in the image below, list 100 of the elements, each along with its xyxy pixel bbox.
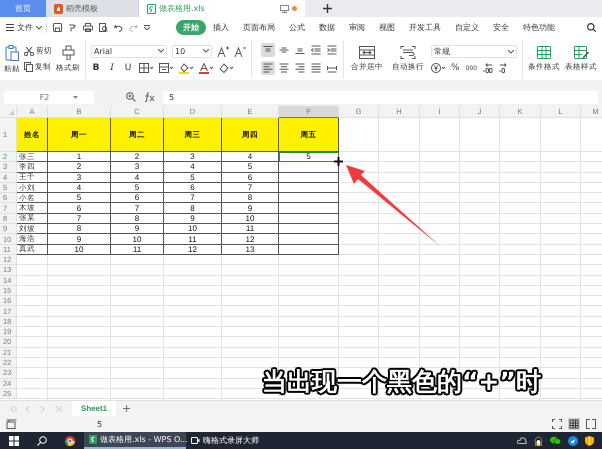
zoom-search-icon[interactable] — [126, 92, 136, 102]
italic-button[interactable]: I — [107, 63, 117, 73]
table-cell[interactable]: 2 — [111, 152, 164, 162]
table-cell[interactable]: 11 — [164, 234, 222, 245]
customize-caret-icon[interactable] — [144, 25, 150, 30]
currency-icon[interactable] — [431, 63, 445, 73]
fill-color-icon[interactable] — [179, 62, 193, 74]
table-cell[interactable]: 11 — [222, 224, 279, 234]
table-cell[interactable]: 1 — [48, 152, 111, 162]
search-icon[interactable] — [587, 23, 596, 32]
table-cell[interactable]: 5 — [279, 152, 339, 162]
empty-cell[interactable] — [279, 244, 339, 255]
decimal-increase-icon[interactable] — [483, 63, 494, 73]
search-icon[interactable] — [37, 436, 47, 446]
font-dropdown[interactable]: Arial — [91, 44, 167, 58]
table-cell[interactable]: 7 — [48, 214, 111, 224]
fullscreen-icon[interactable] — [552, 419, 562, 429]
add-sheet-button[interactable]: + — [122, 402, 132, 415]
table-cell[interactable]: 10 — [111, 234, 164, 245]
taskbar-item[interactable]: 做表格用.xls - WPS O... — [84, 432, 186, 449]
table-cell[interactable]: 4 — [222, 152, 279, 162]
ribbon-tab[interactable]: 视图 — [372, 20, 402, 35]
save-icon[interactable] — [53, 23, 62, 32]
macro-icon[interactable] — [6, 419, 17, 429]
cell-style-icon[interactable] — [159, 63, 173, 73]
table-cell[interactable]: 6 — [48, 203, 111, 214]
table-cell[interactable]: 8 — [48, 224, 111, 234]
table-cell[interactable]: 9 — [164, 214, 222, 224]
table-cell[interactable]: 12 — [164, 244, 222, 255]
underline-button[interactable]: U — [123, 63, 133, 73]
align-top-icon[interactable] — [261, 42, 275, 56]
ribbon-tab[interactable]: 开发工具 — [402, 20, 448, 35]
ribbon-tab[interactable]: 插入 — [206, 20, 236, 35]
browser-logo-icon[interactable] — [65, 436, 75, 446]
table-cell[interactable]: 7 — [222, 182, 279, 194]
windows-logo-icon[interactable] — [9, 436, 19, 446]
table-cell[interactable]: 7 — [111, 203, 164, 214]
font-shrink-icon[interactable] — [234, 46, 246, 56]
table-cell[interactable]: 3 — [48, 172, 111, 183]
ribbon-tab[interactable]: 自定义 — [448, 20, 486, 35]
print-preview-icon[interactable] — [99, 23, 108, 32]
table-cell[interactable]: 2 — [48, 162, 111, 173]
print-icon[interactable] — [83, 23, 93, 32]
eraser-icon[interactable] — [219, 63, 233, 73]
align-justify-icon[interactable] — [309, 60, 323, 74]
table-cell[interactable]: 5 — [111, 182, 164, 194]
empty-cell[interactable] — [279, 172, 339, 183]
empty-cell[interactable] — [279, 203, 339, 214]
cloud-icon[interactable] — [517, 437, 527, 444]
align-center-icon[interactable] — [277, 60, 291, 74]
table-cell[interactable]: 10 — [222, 214, 279, 224]
table-cell[interactable]: 6 — [164, 182, 222, 194]
ribbon-tab[interactable]: 公式 — [282, 20, 312, 35]
ribbon-tab[interactable]: 特色功能 — [516, 20, 562, 35]
file-menu[interactable]: 文件 — [6, 22, 47, 33]
empty-cell[interactable] — [279, 234, 339, 245]
empty-cell[interactable] — [279, 224, 339, 234]
shield-icon[interactable] — [585, 436, 594, 446]
name-box[interactable]: F2 — [4, 90, 94, 104]
empty-cell[interactable] — [279, 193, 339, 204]
percent-button[interactable]: % — [451, 63, 460, 73]
table-cell[interactable]: 9 — [222, 203, 279, 214]
ribbon-tab[interactable]: 审阅 — [342, 20, 372, 35]
decimal-decrease-icon[interactable] — [499, 63, 510, 73]
table-cell[interactable]: 9 — [48, 234, 111, 245]
table-cell[interactable]: 8 — [111, 214, 164, 224]
table-cell[interactable]: 8 — [164, 203, 222, 214]
number-format-dropdown[interactable]: 常规 — [431, 45, 517, 58]
add-tab-icon[interactable] — [323, 4, 332, 13]
table-cell[interactable]: 5 — [164, 172, 222, 183]
table-cell[interactable]: 4 — [48, 182, 111, 194]
chat-bubbles-icon[interactable] — [550, 436, 561, 445]
table-cell[interactable]: 3 — [164, 152, 222, 162]
bird-icon[interactable] — [568, 436, 578, 446]
table-cell[interactable]: 8 — [222, 193, 279, 204]
normal-view-icon[interactable] — [568, 418, 580, 430]
align-right-icon[interactable] — [293, 60, 307, 74]
table-cell[interactable]: 10 — [48, 244, 111, 255]
ribbon-tab[interactable]: 页面布局 — [236, 20, 282, 35]
ribbon-tab[interactable]: 数据 — [312, 20, 342, 35]
function-icon[interactable] — [144, 92, 155, 102]
table-cell[interactable]: 11 — [111, 244, 164, 255]
table-cell[interactable]: 4 — [164, 162, 222, 173]
page-break-view-icon[interactable] — [586, 419, 596, 429]
table-cell[interactable]: 6 — [111, 193, 164, 204]
table-cell[interactable]: 10 — [164, 224, 222, 234]
table-cell[interactable]: 5 — [48, 193, 111, 204]
document-tab[interactable]: 做表格用.xls — [139, 0, 305, 17]
borders-icon[interactable] — [139, 63, 153, 73]
font-color-icon[interactable] — [199, 62, 213, 74]
formula-input[interactable]: 5 — [163, 90, 598, 104]
empty-cell[interactable] — [279, 182, 339, 194]
font-size-dropdown[interactable]: 10 — [172, 44, 212, 58]
table-cell[interactable]: 3 — [111, 162, 164, 173]
table-cell[interactable]: 12 — [222, 234, 279, 245]
bold-button[interactable]: B — [91, 63, 101, 73]
table-cell[interactable]: 6 — [222, 172, 279, 183]
undo-icon[interactable] — [114, 24, 123, 32]
font-grow-icon[interactable] — [217, 46, 229, 56]
document-tab[interactable]: 稻壳模板 — [46, 0, 139, 17]
